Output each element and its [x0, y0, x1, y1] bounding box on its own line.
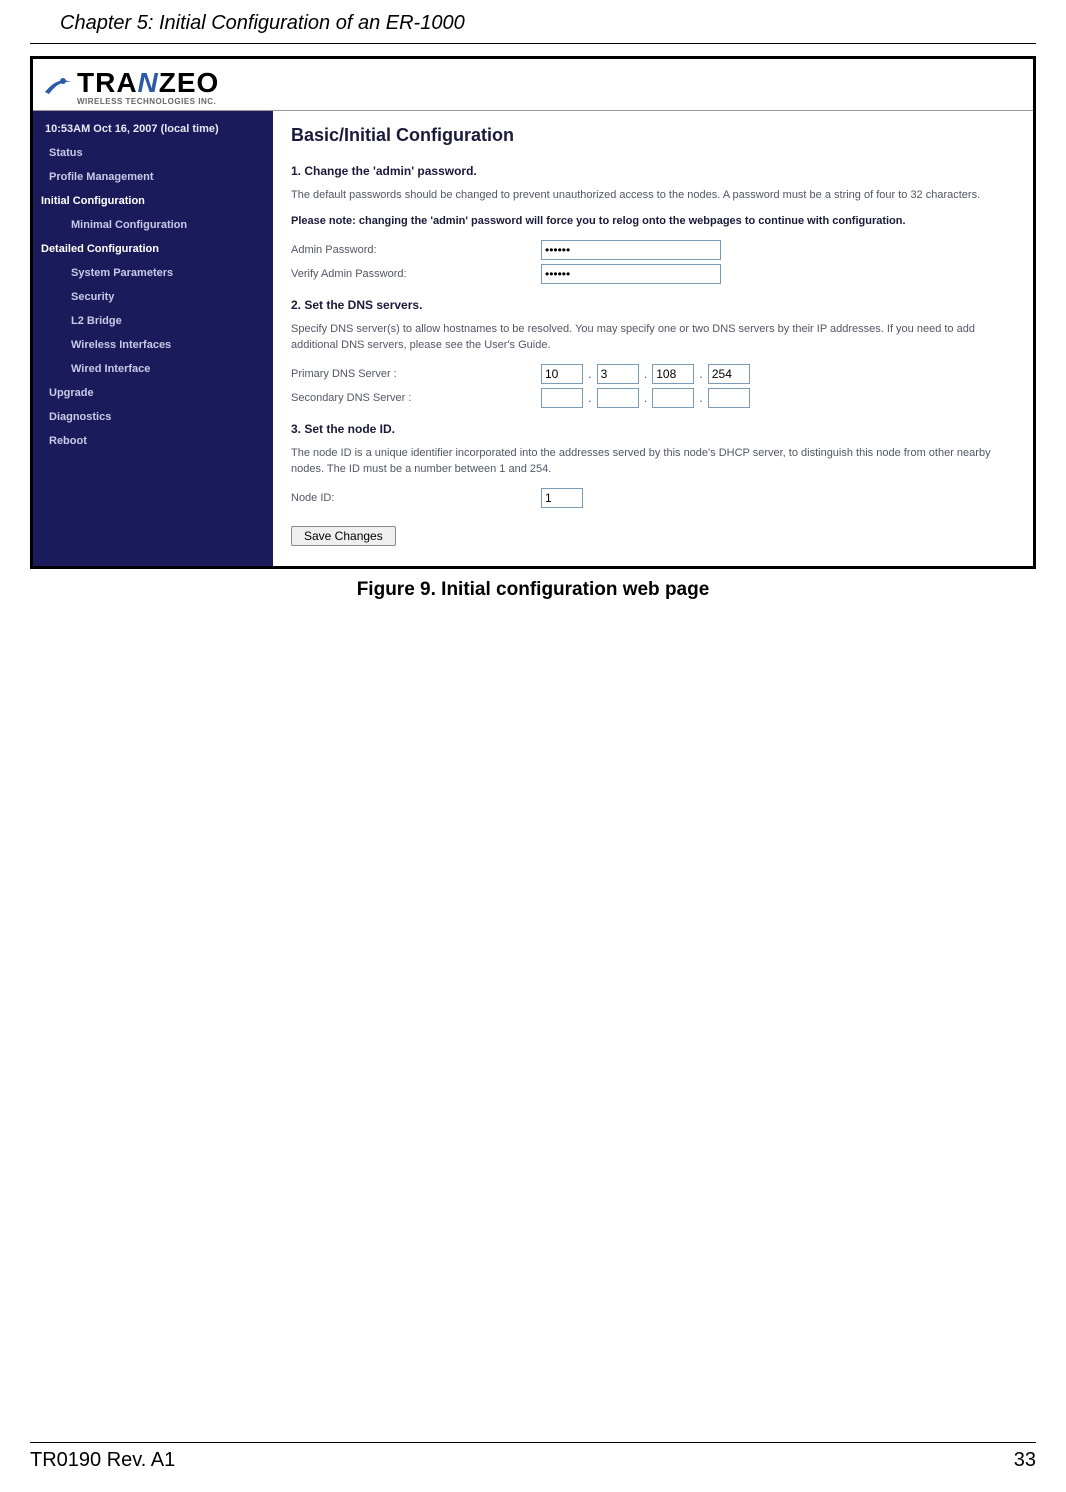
secondary-dns-octet1[interactable] [541, 388, 583, 408]
admin-password-label: Admin Password: [291, 244, 541, 256]
ip-dot: . [694, 390, 708, 405]
section2-heading: 2. Set the DNS servers. [291, 298, 1015, 312]
ip-dot: . [583, 390, 597, 405]
sidebar-item-upgrade[interactable]: Upgrade [33, 381, 273, 405]
figure-screenshot: TRANZEO WIRELESS TECHNOLOGIES INC. 10:53… [30, 56, 1036, 569]
section1-note: Please note: changing the 'admin' passwo… [291, 214, 1015, 230]
section1-heading: 1. Change the 'admin' password. [291, 164, 1015, 178]
sidebar-item-diagnostics[interactable]: Diagnostics [33, 405, 273, 429]
figure-caption: Figure 9. Initial configuration web page [0, 579, 1066, 601]
section3-heading: 3. Set the node ID. [291, 422, 1015, 436]
section3-desc: The node ID is a unique identifier incor… [291, 446, 1015, 478]
sidebar-item-l2bridge[interactable]: L2 Bridge [33, 309, 273, 333]
brand-post: ZEO [159, 67, 220, 98]
secondary-dns-octet3[interactable] [652, 388, 694, 408]
footer-right: 33 [1014, 1449, 1036, 1472]
ip-dot: . [583, 366, 597, 381]
page-footer: TR0190 Rev. A1 33 [30, 1442, 1036, 1472]
sidebar-item-minimal[interactable]: Minimal Configuration [33, 213, 273, 237]
sidebar-item-reboot[interactable]: Reboot [33, 429, 273, 453]
section2-desc: Specify DNS server(s) to allow hostnames… [291, 322, 1015, 354]
primary-dns-octet4[interactable] [708, 364, 750, 384]
page-title: Basic/Initial Configuration [291, 125, 1015, 146]
brand-swoosh-icon [43, 72, 73, 102]
ip-dot: . [694, 366, 708, 381]
primary-dns-label: Primary DNS Server : [291, 368, 541, 380]
brand-logo: TRANZEO WIRELESS TECHNOLOGIES INC. [43, 67, 1023, 106]
sidebar-item-profile[interactable]: Profile Management [33, 165, 273, 189]
admin-password-input[interactable] [541, 240, 721, 260]
brand-sub: WIRELESS TECHNOLOGIES INC. [77, 97, 219, 106]
page-header: Chapter 5: Initial Configuration of an E… [30, 0, 1036, 44]
primary-dns-octet3[interactable] [652, 364, 694, 384]
sidebar-item-wired[interactable]: Wired Interface [33, 357, 273, 381]
brand-pre: TRA [77, 67, 138, 98]
brand-mid: N [138, 67, 159, 98]
sidebar-section-detailed: Detailed Configuration [33, 237, 273, 261]
ip-dot: . [639, 366, 653, 381]
sidebar: 10:53AM Oct 16, 2007 (local time) Status… [33, 111, 273, 566]
node-id-input[interactable] [541, 488, 583, 508]
section1-desc: The default passwords should be changed … [291, 188, 1015, 204]
sidebar-time: 10:53AM Oct 16, 2007 (local time) [33, 117, 273, 141]
node-id-label: Node ID: [291, 492, 541, 504]
sidebar-section-initial: Initial Configuration [33, 189, 273, 213]
footer-left: TR0190 Rev. A1 [30, 1449, 175, 1472]
brand-bar: TRANZEO WIRELESS TECHNOLOGIES INC. [33, 59, 1033, 111]
main-content: Basic/Initial Configuration 1. Change th… [273, 111, 1033, 566]
sidebar-item-sysparams[interactable]: System Parameters [33, 261, 273, 285]
sidebar-item-wireless[interactable]: Wireless Interfaces [33, 333, 273, 357]
sidebar-item-security[interactable]: Security [33, 285, 273, 309]
secondary-dns-octet4[interactable] [708, 388, 750, 408]
ip-dot: . [639, 390, 653, 405]
secondary-dns-octet2[interactable] [597, 388, 639, 408]
sidebar-item-status[interactable]: Status [33, 141, 273, 165]
verify-password-input[interactable] [541, 264, 721, 284]
secondary-dns-label: Secondary DNS Server : [291, 392, 541, 404]
primary-dns-octet1[interactable] [541, 364, 583, 384]
save-changes-button[interactable]: Save Changes [291, 526, 396, 546]
verify-password-label: Verify Admin Password: [291, 268, 541, 280]
primary-dns-octet2[interactable] [597, 364, 639, 384]
